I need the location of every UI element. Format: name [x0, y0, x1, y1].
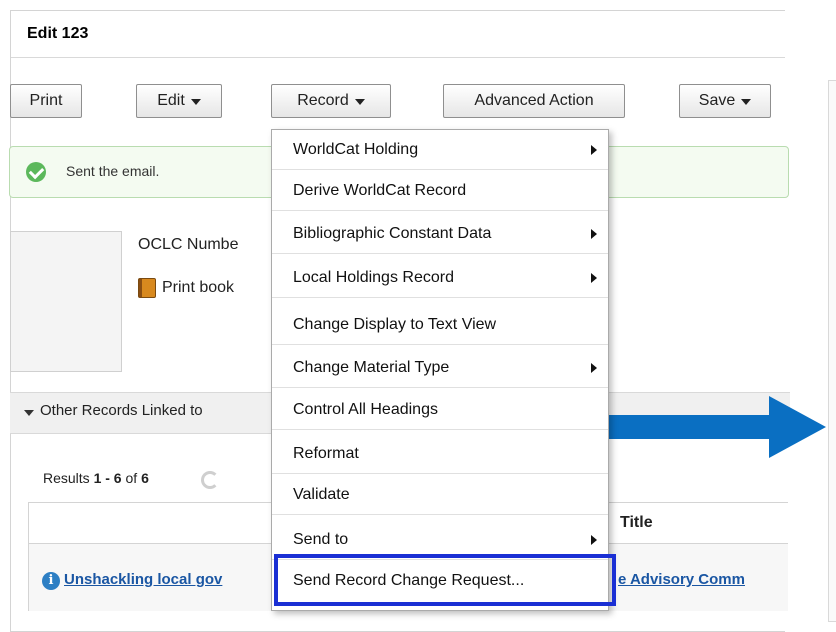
- menu-item-control-all-headings[interactable]: Control All Headings: [272, 390, 608, 430]
- linked-records-label: Other Records Linked to: [40, 402, 203, 419]
- edit-button[interactable]: Edit: [136, 84, 222, 118]
- submenu-arrow-icon: [591, 363, 597, 373]
- column-header-title[interactable]: Title: [620, 514, 653, 532]
- chevron-down-icon: [190, 99, 201, 105]
- print-button-label: Print: [29, 92, 63, 109]
- record-dropdown-menu: WorldCat Holding Derive WorldCat Record …: [271, 129, 609, 611]
- record-button[interactable]: Record: [271, 84, 391, 118]
- menu-item-derive-worldcat-record[interactable]: Derive WorldCat Record: [272, 171, 608, 211]
- arrow-right-icon: [594, 396, 826, 458]
- submenu-arrow-icon: [591, 229, 597, 239]
- menu-item-validate[interactable]: Validate: [272, 475, 608, 515]
- save-button-label: Save: [698, 92, 736, 109]
- menu-item-send-to[interactable]: Send to: [272, 520, 608, 560]
- check-circle-icon: [26, 162, 46, 182]
- advanced-action-label: Advanced Action: [474, 92, 594, 109]
- menu-item-label: Reformat: [293, 445, 359, 462]
- menu-item-label: Send Record Change Request...: [293, 572, 525, 589]
- submenu-arrow-icon: [591, 273, 597, 283]
- menu-item-label: Bibliographic Constant Data: [293, 225, 492, 242]
- results-count: Results 1 - 6 of 6: [43, 470, 149, 486]
- save-button[interactable]: Save: [679, 84, 771, 118]
- menu-item-label: Derive WorldCat Record: [293, 182, 467, 199]
- cover-thumbnail: [10, 231, 122, 372]
- info-icon[interactable]: i: [42, 572, 60, 590]
- menu-item-label: WorldCat Holding: [293, 141, 419, 158]
- menu-item-local-holdings-record[interactable]: Local Holdings Record: [272, 258, 608, 298]
- menu-item-worldcat-holding[interactable]: WorldCat Holding: [272, 130, 608, 170]
- oclc-number-label: OCLC Numbe: [138, 236, 239, 253]
- side-panel-edge: [828, 80, 836, 622]
- format-label: Print book: [162, 279, 235, 296]
- print-button[interactable]: Print: [10, 84, 82, 118]
- menu-item-change-material-type[interactable]: Change Material Type: [272, 348, 608, 388]
- page-title: Edit 123: [11, 11, 785, 58]
- menu-item-label: Change Display to Text View: [293, 316, 497, 333]
- chevron-down-icon: [354, 99, 365, 105]
- record-title-link[interactable]: Unshackling local gov: [64, 571, 222, 588]
- menu-item-send-record-change-request[interactable]: Send Record Change Request...: [272, 561, 608, 601]
- menu-item-bibliographic-constant-data[interactable]: Bibliographic Constant Data: [272, 214, 608, 254]
- menu-item-change-display-text-view[interactable]: Change Display to Text View: [272, 305, 608, 345]
- results-total: 6: [141, 470, 149, 486]
- results-range: 1 - 6: [93, 470, 122, 486]
- refresh-icon[interactable]: [201, 471, 219, 489]
- collapse-caret-icon[interactable]: [24, 410, 34, 416]
- results-prefix: Results: [43, 470, 94, 486]
- record-subject-link[interactable]: e Advisory Comm: [618, 571, 745, 588]
- book-icon: [138, 278, 156, 298]
- menu-item-label: Control All Headings: [293, 401, 438, 418]
- menu-item-label: Change Material Type: [293, 359, 450, 376]
- menu-item-label: Validate: [293, 486, 350, 503]
- record-button-label: Record: [297, 92, 349, 109]
- menu-item-reformat[interactable]: Reformat: [272, 434, 608, 474]
- chevron-down-icon: [741, 99, 752, 105]
- advanced-action-button[interactable]: Advanced Action: [443, 84, 625, 118]
- edit-button-label: Edit: [157, 92, 185, 109]
- alert-message: Sent the email.: [66, 163, 160, 179]
- menu-item-label: Send to: [293, 531, 349, 548]
- submenu-arrow-icon: [591, 145, 597, 155]
- submenu-arrow-icon: [591, 535, 597, 545]
- results-of: of: [121, 470, 142, 486]
- menu-item-label: Local Holdings Record: [293, 269, 454, 286]
